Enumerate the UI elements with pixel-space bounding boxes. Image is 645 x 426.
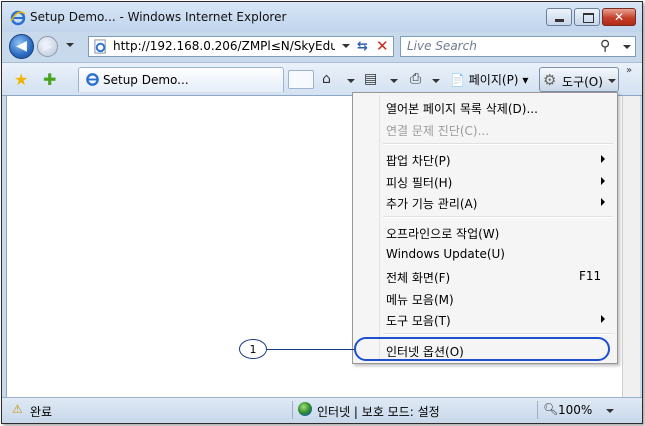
internet-globe-icon: [298, 402, 312, 416]
menu-item-work-offline[interactable]: 오프라인으로 작업(W): [386, 225, 499, 242]
menu-separator: [383, 216, 613, 218]
tab-setup-demo[interactable]: Setup Demo...: [78, 67, 284, 92]
menu-item-toolbars[interactable]: 도구 모음(T): [386, 312, 451, 329]
vertical-scrollbar[interactable]: [622, 96, 640, 397]
tab-label: Setup Demo...: [103, 73, 189, 87]
zoom-dropdown-icon[interactable]: [606, 409, 614, 413]
status-divider: [292, 401, 293, 419]
menu-item-popup-blocker[interactable]: 팝업 차단(P): [386, 152, 451, 169]
feeds-icon[interactable]: ▤: [364, 71, 377, 87]
minimize-button[interactable]: [546, 8, 572, 26]
search-dropdown-icon[interactable]: [623, 45, 631, 49]
ie-logo-icon: [10, 10, 26, 26]
zoom-icon[interactable]: 🔍︎: [543, 402, 558, 416]
address-bar[interactable]: http://192.168.0.206/ZMPl≤N/SkyEduɹ ⇆ ✕: [88, 36, 394, 57]
status-divider: [537, 401, 538, 419]
home-icon[interactable]: ⌂: [322, 71, 331, 87]
menu-item-full-screen[interactable]: 전체 화면(F): [386, 269, 450, 286]
favorites-star-icon[interactable]: ★: [14, 70, 28, 89]
command-bar: ★ ✚ Setup Demo... ⌂ ▤ ⎙ 📄 페이지(P) ▾ ⚙ 도구(…: [2, 62, 642, 96]
stop-icon[interactable]: ✕: [376, 37, 389, 55]
forward-button[interactable]: ▶: [37, 36, 58, 57]
menu-separator: [383, 333, 613, 335]
full-screen-shortcut: F11: [579, 269, 602, 283]
back-button[interactable]: ◀: [9, 34, 34, 59]
address-dropdown-icon[interactable]: [342, 44, 350, 48]
print-icon[interactable]: ⎙: [410, 71, 421, 87]
menu-item-manage-addons[interactable]: 추가 기능 관리(A): [386, 195, 477, 212]
menu-item-phishing-filter[interactable]: 피싱 필터(H): [386, 174, 452, 191]
warning-icon: ⚠: [12, 402, 23, 416]
page-menu-button[interactable]: 📄 페이지(P) ▾: [450, 71, 528, 88]
minimize-icon: [555, 19, 564, 22]
new-tab-button[interactable]: [288, 70, 314, 89]
callout-line: [266, 349, 354, 350]
window-title: Setup Demo... - Windows Internet Explore…: [30, 10, 287, 24]
security-zone-text[interactable]: 인터넷 | 보호 모드: 설정: [317, 403, 440, 420]
feeds-dropdown-icon[interactable]: [390, 79, 398, 83]
tools-menu-button[interactable]: ⚙ 도구(O): [539, 67, 619, 92]
tools-menu: 열어본 페이지 목록 삭제(D)... 연결 문제 진단(C)... 팝업 차단…: [352, 92, 618, 364]
tools-dropdown-icon: [608, 79, 616, 83]
close-icon: ✕: [613, 10, 625, 24]
menu-item-windows-update[interactable]: Windows Update(U): [386, 247, 505, 261]
menu-item-delete-history[interactable]: 열어본 페이지 목록 삭제(D)...: [386, 100, 538, 117]
page-icon: [94, 39, 106, 54]
chevron-right-icon[interactable]: »: [626, 65, 632, 76]
title-bar: Setup Demo... - Windows Internet Explore…: [2, 2, 642, 32]
address-input[interactable]: http://192.168.0.206/ZMPl≤N/SkyEduɹ: [113, 39, 335, 53]
tools-menu-label: 도구(O): [562, 75, 603, 89]
internet-options-highlight: [354, 337, 610, 361]
submenu-arrow-icon: [601, 198, 605, 206]
print-dropdown-icon[interactable]: [432, 79, 440, 83]
refresh-icon[interactable]: ⇆: [357, 39, 368, 54]
maximize-icon: [583, 13, 594, 23]
home-dropdown-icon[interactable]: [347, 79, 355, 83]
menu-item-diagnose-connection: 연결 문제 진단(C)...: [386, 124, 490, 138]
tab-page-icon: [86, 73, 99, 86]
menu-gutter: [379, 95, 380, 361]
menu-separator: [383, 143, 613, 145]
status-text: 완료: [30, 405, 53, 419]
submenu-arrow-icon: [601, 177, 605, 185]
page-menu-label: 페이지(P): [468, 73, 519, 87]
submenu-arrow-icon: [601, 315, 605, 323]
zoom-level[interactable]: 100%: [558, 403, 592, 417]
status-bar: ⚠ 완료 인터넷 | 보호 모드: 설정 🔍︎ 100%: [2, 397, 642, 423]
maximize-button[interactable]: [574, 8, 600, 26]
search-icon[interactable]: ⚲: [600, 38, 610, 54]
submenu-arrow-icon: [601, 155, 605, 163]
forward-arrow-icon: ▶: [42, 39, 53, 53]
navigation-bar: ◀ ▶ http://192.168.0.206/ZMPl≤N/SkyEduɹ …: [2, 32, 642, 62]
gear-icon: ⚙: [543, 71, 557, 89]
search-box[interactable]: Live Search ⚲: [400, 36, 636, 57]
search-input[interactable]: Live Search: [407, 39, 477, 53]
history-dropdown-icon[interactable]: [66, 43, 74, 47]
menu-item-menu-bar[interactable]: 메뉴 모음(M): [386, 291, 454, 308]
add-favorites-icon[interactable]: ✚: [43, 70, 56, 89]
close-window-button[interactable]: ✕: [602, 8, 636, 26]
back-arrow-icon: ◀: [16, 38, 27, 54]
callout-number: 1: [239, 339, 267, 359]
